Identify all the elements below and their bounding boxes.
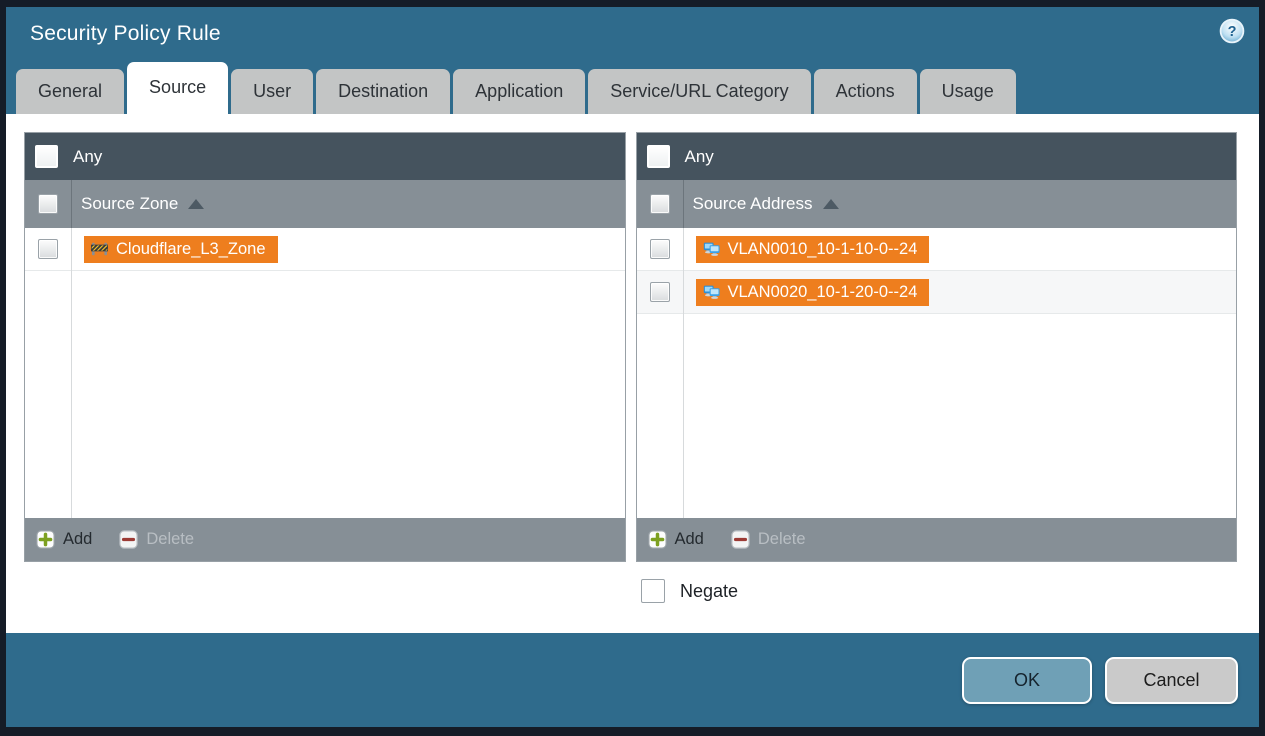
object-name: Cloudflare_L3_Zone <box>116 239 266 258</box>
source-address-panel: Any Source Address VLAN0010_10-1-10-0--2… <box>635 132 1237 562</box>
tab-destination[interactable]: Destination <box>316 69 451 114</box>
source-address-delete-button[interactable]: Delete <box>731 530 806 549</box>
source-address-add-button[interactable]: Add <box>647 530 704 549</box>
panels-container: Any Source Zone Cloudflare_L3_Zone Add D… <box>24 132 1241 562</box>
tab-application[interactable]: Application <box>453 69 586 114</box>
delete-button-label: Delete <box>757 530 806 548</box>
row-checkbox-cell <box>637 282 683 302</box>
help-icon[interactable]: ? <box>1219 18 1245 44</box>
zone-icon <box>91 242 108 256</box>
source-zone-any-label: Any <box>73 146 103 166</box>
source-address-list: VLAN0010_10-1-10-0--24 VLAN0020_10-1-20-0… <box>636 228 1236 518</box>
tab-actions[interactable]: Actions <box>813 69 917 114</box>
source-address-any-label: Any <box>684 146 714 166</box>
source-zone-column-header[interactable]: Source Zone <box>25 180 625 228</box>
object-chip[interactable]: Cloudflare_L3_Zone <box>84 235 278 263</box>
object-name: VLAN0010_10-1-10-0--24 <box>727 239 918 258</box>
object-chip[interactable]: VLAN0020_10-1-20-0--24 <box>695 278 930 306</box>
tab-general[interactable]: General <box>16 69 125 114</box>
source-zone-any-checkbox[interactable] <box>35 145 58 168</box>
dialog-title: Security Policy Rule <box>30 22 221 45</box>
source-zone-column-title: Source Zone <box>81 194 179 213</box>
source-address-column-title: Source Address <box>692 194 813 213</box>
source-zone-list: Cloudflare_L3_Zone <box>25 228 625 518</box>
row-checkbox[interactable] <box>38 239 58 259</box>
address-icon <box>703 285 720 299</box>
tab-service-url-category[interactable]: Service/URL Category <box>588 69 811 114</box>
sort-ascending-icon <box>188 199 205 209</box>
tab-source[interactable]: Source <box>127 62 229 114</box>
negate-row: Negate <box>641 579 1241 603</box>
svg-text:?: ? <box>1228 24 1237 40</box>
negate-checkbox[interactable] <box>641 579 665 603</box>
add-button-label: Add <box>674 530 704 548</box>
row-checkbox[interactable] <box>649 239 670 259</box>
address-icon <box>703 242 720 256</box>
table-row[interactable]: VLAN0010_10-1-10-0--24 <box>636 228 1236 271</box>
source-zone-add-button[interactable]: Add <box>36 530 92 549</box>
object-name: VLAN0020_10-1-20-0--24 <box>727 282 918 301</box>
row-checkbox-cell <box>25 239 71 259</box>
plus-icon <box>647 530 667 549</box>
source-tab-content: Any Source Zone Cloudflare_L3_Zone Add D… <box>6 114 1259 633</box>
cancel-button[interactable]: Cancel <box>1105 656 1238 704</box>
delete-button-label: Delete <box>146 530 195 548</box>
source-address-toolbar: Add Delete <box>636 518 1236 561</box>
source-zone-toolbar: Add Delete <box>25 518 625 561</box>
source-zone-panel: Any Source Zone Cloudflare_L3_Zone Add D… <box>24 132 626 562</box>
source-zone-any-bar: Any <box>25 133 625 180</box>
add-button-label: Add <box>63 530 93 548</box>
sort-ascending-icon <box>822 199 839 209</box>
object-chip[interactable]: VLAN0010_10-1-10-0--24 <box>695 235 930 263</box>
source-zone-select-all-checkbox[interactable] <box>38 194 58 214</box>
source-zone-delete-button[interactable]: Delete <box>119 530 194 549</box>
tab-bar: General Source User Destination Application S… <box>6 61 1259 114</box>
plus-icon <box>36 530 55 549</box>
source-address-select-all-checkbox[interactable] <box>649 194 670 214</box>
source-address-column-header[interactable]: Source Address <box>636 180 1236 228</box>
minus-icon <box>731 530 750 549</box>
row-checkbox[interactable] <box>649 282 670 302</box>
dialog-footer: OK Cancel <box>6 633 1259 727</box>
tab-usage[interactable]: Usage <box>919 69 1016 114</box>
tab-user[interactable]: User <box>231 69 314 114</box>
dialog-titlebar: Security Policy Rule ? <box>6 7 1259 61</box>
row-checkbox-cell <box>637 239 683 259</box>
ok-button[interactable]: OK <box>962 656 1092 704</box>
security-policy-rule-dialog: Security Policy Rule ? General Source User… <box>0 0 1265 736</box>
source-address-any-bar: Any <box>636 133 1236 180</box>
minus-icon <box>119 530 139 549</box>
table-row[interactable]: VLAN0020_10-1-20-0--24 <box>636 271 1236 314</box>
table-row[interactable]: Cloudflare_L3_Zone <box>25 228 625 271</box>
source-address-any-checkbox[interactable] <box>646 145 670 168</box>
negate-label: Negate <box>680 580 739 601</box>
